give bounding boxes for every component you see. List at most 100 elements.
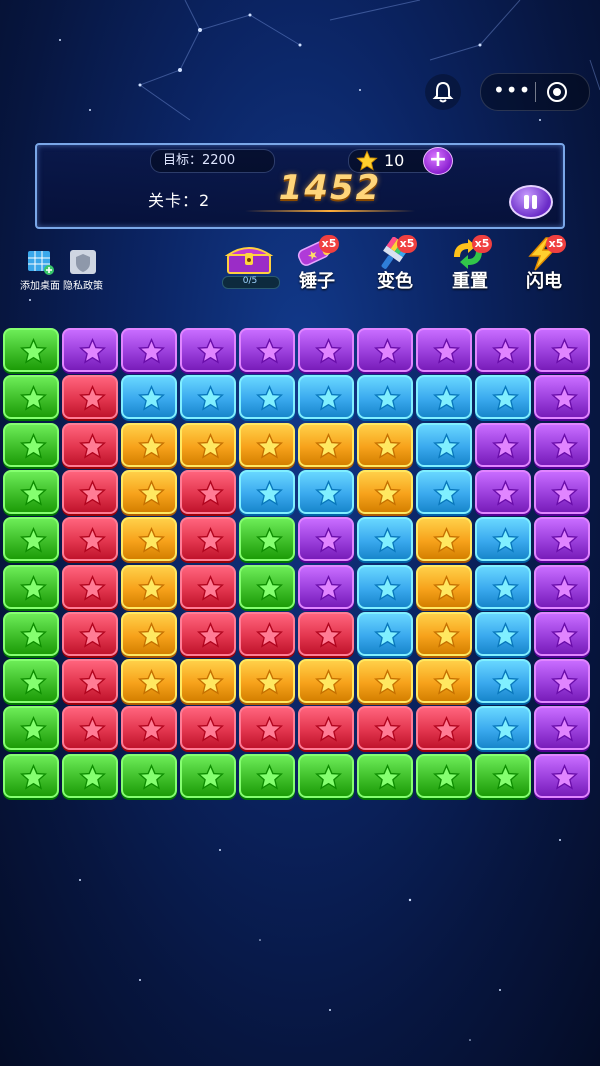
tile-orange[interactable] <box>357 422 413 467</box>
tool-recolor[interactable]: x5 变色 <box>365 235 435 293</box>
tile-green[interactable] <box>3 469 59 514</box>
tile-red[interactable] <box>416 706 472 751</box>
tile-red[interactable] <box>180 611 236 656</box>
tile-blue[interactable] <box>475 611 531 656</box>
tile-green[interactable] <box>3 375 59 420</box>
tile-green[interactable] <box>357 753 413 798</box>
tile-red[interactable] <box>239 706 295 751</box>
tile-red[interactable] <box>62 375 118 420</box>
tile-green[interactable] <box>239 517 295 562</box>
tile-red[interactable] <box>62 706 118 751</box>
tile-orange[interactable] <box>180 659 236 704</box>
tile-blue[interactable] <box>357 564 413 609</box>
tile-purple[interactable] <box>298 328 354 372</box>
add-desktop-button[interactable]: 添加桌面 <box>20 248 60 292</box>
tile-green[interactable] <box>3 422 59 467</box>
tile-blue[interactable] <box>475 564 531 609</box>
tile-purple[interactable] <box>534 611 590 656</box>
tile-orange[interactable] <box>416 517 472 562</box>
tile-red[interactable] <box>62 469 118 514</box>
tile-blue[interactable] <box>475 706 531 751</box>
tile-purple[interactable] <box>475 328 531 372</box>
pause-button[interactable] <box>509 185 553 219</box>
tile-blue[interactable] <box>357 517 413 562</box>
tile-orange[interactable] <box>298 422 354 467</box>
tile-green[interactable] <box>3 564 59 609</box>
tile-red[interactable] <box>62 659 118 704</box>
tile-green[interactable] <box>3 611 59 656</box>
tile-blue[interactable] <box>298 469 354 514</box>
tile-red[interactable] <box>298 706 354 751</box>
tile-purple[interactable] <box>475 422 531 467</box>
tile-orange[interactable] <box>121 564 177 609</box>
tile-purple[interactable] <box>534 422 590 467</box>
tile-blue[interactable] <box>357 611 413 656</box>
tile-blue[interactable] <box>416 469 472 514</box>
tile-green[interactable] <box>3 659 59 704</box>
tile-blue[interactable] <box>121 375 177 420</box>
tile-purple[interactable] <box>534 328 590 372</box>
tile-orange[interactable] <box>298 659 354 704</box>
tile-green[interactable] <box>62 753 118 798</box>
tile-purple[interactable] <box>239 328 295 372</box>
record-icon[interactable] <box>547 82 567 102</box>
tool-hammer[interactable]: ★ x5 锤子 <box>287 235 357 293</box>
tile-red[interactable] <box>180 706 236 751</box>
tile-orange[interactable] <box>239 422 295 467</box>
tile-blue[interactable] <box>416 375 472 420</box>
tile-blue[interactable] <box>475 659 531 704</box>
tile-purple[interactable] <box>534 659 590 704</box>
tile-green[interactable] <box>121 753 177 798</box>
tile-blue[interactable] <box>416 422 472 467</box>
tile-orange[interactable] <box>121 659 177 704</box>
tile-purple[interactable] <box>298 517 354 562</box>
tile-purple[interactable] <box>180 328 236 372</box>
tool-reset[interactable]: x5 重置 <box>440 235 510 293</box>
tile-green[interactable] <box>3 706 59 751</box>
tile-orange[interactable] <box>121 422 177 467</box>
tile-green[interactable] <box>239 753 295 798</box>
tile-orange[interactable] <box>357 469 413 514</box>
tile-orange[interactable] <box>416 611 472 656</box>
tile-green[interactable] <box>3 517 59 562</box>
tile-purple[interactable] <box>416 328 472 372</box>
tile-purple[interactable] <box>534 706 590 751</box>
tile-purple[interactable] <box>534 375 590 420</box>
tile-orange[interactable] <box>416 659 472 704</box>
tile-green[interactable] <box>475 753 531 798</box>
tile-purple[interactable] <box>534 753 590 798</box>
tile-blue[interactable] <box>298 375 354 420</box>
tile-orange[interactable] <box>416 564 472 609</box>
tile-purple[interactable] <box>357 328 413 372</box>
tile-red[interactable] <box>180 469 236 514</box>
tool-lightning[interactable]: x5 闪电 <box>514 235 584 293</box>
tile-green[interactable] <box>239 564 295 609</box>
tile-green[interactable] <box>298 753 354 798</box>
tile-purple[interactable] <box>298 564 354 609</box>
tile-red[interactable] <box>62 517 118 562</box>
tile-red[interactable] <box>298 611 354 656</box>
treasure-chest-icon[interactable] <box>222 241 276 277</box>
tile-green[interactable] <box>3 328 59 372</box>
tile-purple[interactable] <box>534 517 590 562</box>
tile-purple[interactable] <box>534 469 590 514</box>
tile-red[interactable] <box>62 611 118 656</box>
tile-orange[interactable] <box>121 517 177 562</box>
tile-blue[interactable] <box>475 517 531 562</box>
tile-red[interactable] <box>357 706 413 751</box>
add-coins-button[interactable]: + <box>423 147 453 175</box>
tile-orange[interactable] <box>357 659 413 704</box>
tile-purple[interactable] <box>475 469 531 514</box>
tile-blue[interactable] <box>239 375 295 420</box>
tile-orange[interactable] <box>180 422 236 467</box>
tile-red[interactable] <box>180 517 236 562</box>
tile-red[interactable] <box>121 706 177 751</box>
tile-blue[interactable] <box>357 375 413 420</box>
tile-orange[interactable] <box>239 659 295 704</box>
tile-blue[interactable] <box>239 469 295 514</box>
tile-orange[interactable] <box>121 469 177 514</box>
tile-red[interactable] <box>62 564 118 609</box>
tile-red[interactable] <box>239 611 295 656</box>
tile-purple[interactable] <box>121 328 177 372</box>
tile-blue[interactable] <box>475 375 531 420</box>
